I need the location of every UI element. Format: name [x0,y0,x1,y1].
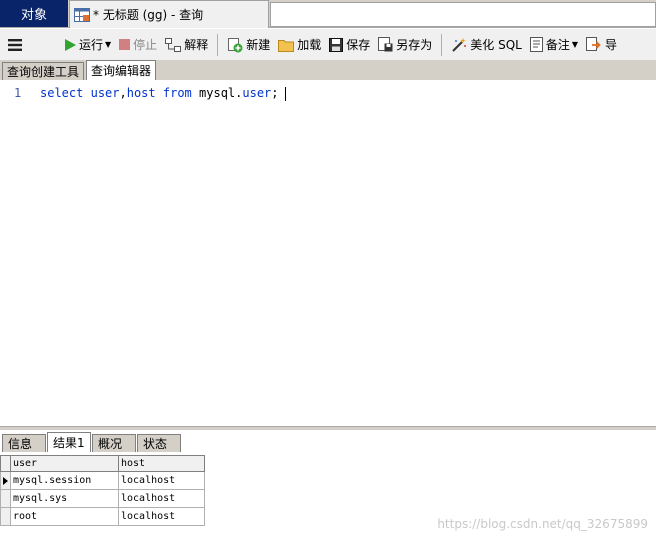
grid-header-row: user host [0,455,205,472]
watermark-text: https://blog.csdn.net/qq_32675899 [437,517,648,531]
explain-label: 解释 [184,38,209,52]
line-number: 1 [14,86,22,100]
export-label: 导 [605,38,618,52]
comment-label: 备注 [545,38,570,52]
folder-icon [278,39,295,52]
sql-keyword-from: from [162,86,192,100]
current-row-arrow-icon [3,476,8,485]
result-grid: user host mysql.session localhost mysql.… [0,455,205,526]
stop-icon [119,39,131,50]
play-icon [65,38,76,51]
grid-corner [0,455,11,472]
toolbar-separator [441,33,443,56]
cell-user[interactable]: mysql.session [10,471,119,490]
table-row[interactable]: mysql.session localhost [0,471,205,490]
load-label: 加载 [297,38,322,52]
query-table-icon [74,7,90,22]
sql-table-name: user [242,86,272,100]
cell-host[interactable]: localhost [118,489,205,508]
sql-comma: , [119,86,127,100]
sql-code-line[interactable]: select user,host from mysql.user; [40,86,286,101]
tab-result-1[interactable]: 结果1 [47,432,91,452]
menu-button[interactable] [0,29,30,60]
comment-dropdown-icon[interactable]: ▼ [572,40,578,49]
cell-user[interactable]: mysql.sys [10,489,119,508]
tab-profile[interactable]: 概况 [92,434,136,452]
new-label: 新建 [246,38,271,52]
tab-untitled-query[interactable]: * 无标题 (gg) - 查询 [69,0,269,28]
stop-label: 停止 [133,38,158,52]
tab-query-editor[interactable]: 查询编辑器 [86,60,157,80]
sql-semicolon: ; [271,86,279,100]
load-button[interactable]: 加载 [274,33,325,57]
export-button[interactable]: 导 [582,33,621,57]
save-as-icon [378,37,393,52]
new-button[interactable]: 新建 [223,33,274,57]
tab-object[interactable]: 对象 [0,0,68,27]
row-indicator[interactable] [0,489,11,508]
column-header-user[interactable]: user [10,455,119,472]
save-button[interactable]: 保存 [325,33,374,57]
save-as-label: 另存为 [396,38,433,52]
export-icon [586,37,601,51]
table-row[interactable]: mysql.sys localhost [0,489,205,508]
cell-host[interactable]: localhost [118,471,205,490]
sql-schema-name: mysql [199,86,236,100]
save-as-button[interactable]: 另存为 [374,33,436,57]
save-label: 保存 [346,38,371,52]
column-header-host[interactable]: host [118,455,205,472]
query-mode-tabs: 查询创建工具 查询编辑器 [0,60,656,80]
result-tabs: 信息 结果1 概况 状态 [0,430,656,452]
explain-icon [165,37,182,52]
document-tabstrip: 对象 * 无标题 (gg) - 查询 [0,0,656,28]
toolbar-separator [217,33,219,56]
tab-query-title: * 无标题 (gg) - 查询 [93,8,204,22]
sql-editor[interactable]: 1 select user,host from mysql.user; [0,80,656,426]
line-number-gutter: 1 [0,80,30,426]
run-button[interactable]: 运行 ▼ [60,33,115,57]
tab-message[interactable]: 信息 [2,434,46,452]
text-cursor [284,86,286,101]
beautify-sql-button[interactable]: 美化 SQL [447,33,526,57]
cell-host[interactable]: localhost [118,507,205,526]
comment-button[interactable]: 备注 ▼ [526,33,582,57]
explain-button[interactable]: 解释 [161,33,212,57]
hamburger-icon [8,38,22,51]
table-row[interactable]: root localhost [0,507,205,526]
save-disk-icon [329,37,344,52]
sql-keyword-select: select [40,86,84,100]
tabstrip-empty-area [270,2,656,27]
query-toolbar: 运行 ▼ 停止 解释 新建 加载 保存 另存为 美化 SQL 备注 ▼ 导 [0,29,656,60]
sql-column-user: user [90,86,120,100]
comment-doc-icon [529,37,543,52]
tab-query-builder[interactable]: 查询创建工具 [2,62,85,80]
new-query-icon [228,37,243,52]
beautify-sql-label: 美化 SQL [470,38,522,52]
row-indicator[interactable] [0,471,11,490]
run-dropdown-icon[interactable]: ▼ [105,40,111,49]
sql-column-host: host [126,86,156,100]
tab-status[interactable]: 状态 [137,434,181,452]
row-indicator[interactable] [0,507,11,526]
magic-wand-icon [452,37,467,52]
cell-user[interactable]: root [10,507,119,526]
stop-button[interactable]: 停止 [115,33,161,57]
run-label: 运行 [79,38,104,52]
